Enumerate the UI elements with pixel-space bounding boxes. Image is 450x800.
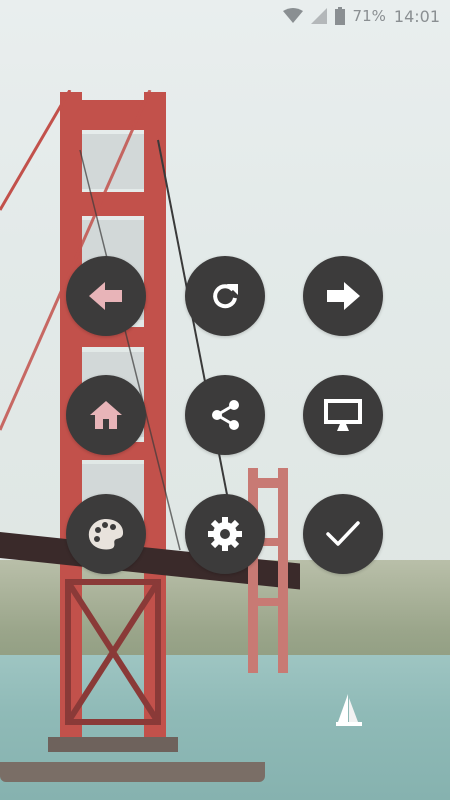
status-bar: 71% 14:01 bbox=[0, 0, 450, 32]
cell-signal-icon bbox=[310, 8, 327, 24]
clock: 14:01 bbox=[393, 6, 440, 26]
arrow-left-icon bbox=[89, 281, 123, 311]
sailboat bbox=[336, 694, 362, 726]
checkmark-icon bbox=[325, 520, 361, 548]
gear-icon bbox=[207, 516, 243, 552]
desktop-button[interactable] bbox=[303, 375, 383, 455]
refresh-button[interactable] bbox=[185, 256, 265, 336]
confirm-button[interactable] bbox=[303, 494, 383, 574]
island-base bbox=[0, 762, 265, 782]
settings-button[interactable] bbox=[185, 494, 265, 574]
home-button[interactable] bbox=[66, 375, 146, 455]
home-icon bbox=[89, 400, 123, 430]
battery-percent: 71% bbox=[352, 7, 386, 25]
forward-button[interactable] bbox=[303, 256, 383, 336]
share-icon bbox=[208, 398, 242, 432]
wifi-icon bbox=[282, 8, 303, 24]
share-button[interactable] bbox=[185, 375, 265, 455]
battery-icon bbox=[334, 7, 345, 25]
back-button[interactable] bbox=[66, 256, 146, 336]
monitor-icon bbox=[323, 398, 363, 432]
refresh-icon bbox=[210, 281, 240, 311]
palette-icon bbox=[87, 517, 125, 551]
theme-button[interactable] bbox=[66, 494, 146, 574]
arrow-right-icon bbox=[326, 281, 360, 311]
